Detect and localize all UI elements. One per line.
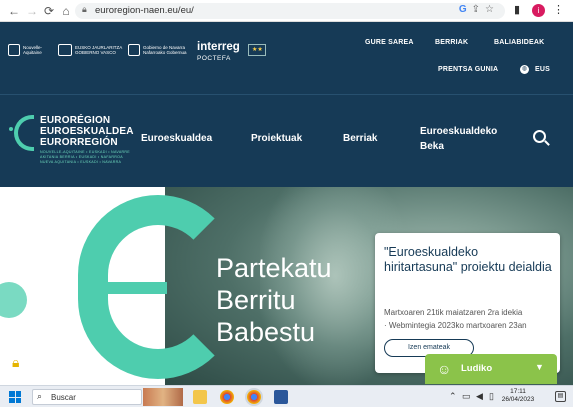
- link-gure-sarea[interactable]: GURE SAREA: [365, 39, 414, 46]
- eu-flag-icon: ★★: [248, 44, 266, 56]
- windows-taskbar: ⌕ Buscar ⌃ ▭ ◀ ▯ 17:11 26/04/2023 ▤: [0, 385, 573, 407]
- search-icon: ⌕: [37, 391, 43, 401]
- poctefa-label: POCTEFA: [197, 55, 231, 62]
- smiley-icon: ☺: [437, 361, 452, 377]
- ludiko-widget[interactable]: ☺ Ludiko ▼: [425, 354, 557, 384]
- url-text[interactable]: euroregion-naen.eu/eu/: [95, 5, 194, 16]
- main-navigation: EURORÉGION EUROESKUALDEA EURORREGIÓN NOU…: [0, 94, 573, 187]
- home-icon[interactable]: ⌂: [58, 3, 74, 19]
- profile-avatar[interactable]: i: [532, 4, 545, 17]
- reload-icon[interactable]: ⟳: [41, 3, 57, 19]
- gobierno-vasco-emblem-icon: [58, 44, 72, 56]
- site-top-bar: Nouvelle- Aquitaine EUSKO JAURLARITZA GO…: [0, 22, 573, 94]
- bookmark-star-icon[interactable]: ☆: [485, 4, 499, 15]
- hero-line-2: Berritu: [216, 285, 296, 315]
- link-berriak[interactable]: BERRIAK: [435, 39, 468, 46]
- chrome-active-icon[interactable]: [247, 390, 261, 404]
- nav-berriak[interactable]: Berriak: [343, 131, 377, 146]
- hero-e-bar: [107, 282, 167, 294]
- brand-e-icon: [14, 115, 34, 151]
- card-description: Martxoaren 21tik maiatzaren 2ra idekia ·…: [384, 308, 527, 330]
- back-icon[interactable]: ←: [6, 3, 22, 19]
- gobierno-navarra-logo[interactable]: Gobierno de Navarra Nafarroako Gobernua: [128, 44, 187, 56]
- search-highlight-image[interactable]: [143, 388, 183, 406]
- globe-icon[interactable]: ◍: [520, 65, 529, 74]
- notifications-icon[interactable]: ▤: [555, 391, 566, 402]
- forward-icon[interactable]: →: [24, 3, 40, 19]
- cookie-settings-icon[interactable]: 🔒︎: [12, 354, 28, 373]
- file-explorer-icon[interactable]: [193, 390, 207, 404]
- hero-circle-decoration: [0, 282, 27, 318]
- google-lens-icon[interactable]: G: [459, 4, 472, 15]
- hero-line-1: Partekatu: [216, 253, 332, 283]
- chevron-down-icon[interactable]: ▼: [535, 362, 544, 372]
- nouvelle-aquitaine-logo[interactable]: Nouvelle- Aquitaine: [8, 44, 42, 56]
- lock-icon: 🔒︎: [82, 4, 87, 14]
- search-icon[interactable]: [533, 130, 546, 143]
- battery-icon[interactable]: ▯: [489, 391, 494, 402]
- browser-toolbar: ← → ⟳ ⌂ 🔒︎ euroregion-naen.eu/eu/ G⇪☆ ▮ …: [0, 0, 573, 22]
- menu-kebab-icon[interactable]: ⋮: [553, 3, 564, 16]
- nav-euroeskualdeko-beka[interactable]: Euroeskualdeko Beka: [420, 124, 497, 154]
- ludiko-label: Ludiko: [461, 363, 493, 374]
- language-selector[interactable]: EUS: [535, 66, 550, 73]
- card-title[interactable]: "Euroeskualdeko hiritartasuna" proiektu …: [384, 245, 554, 275]
- navarra-emblem-icon: [128, 44, 140, 56]
- link-prentsa-gunia[interactable]: PRENTSA GUNIA: [438, 66, 498, 73]
- address-bar[interactable]: 🔒︎ euroregion-naen.eu/eu/ G⇪☆: [75, 3, 505, 19]
- nav-proiektuak[interactable]: Proiektuak: [251, 131, 302, 146]
- chrome-icon[interactable]: [220, 390, 234, 404]
- brand-dot-icon: [9, 127, 13, 131]
- nav-euroeskualdea[interactable]: Euroeskualdea: [141, 131, 212, 146]
- gobierno-vasco-logo[interactable]: EUSKO JAURLARITZA GOBIERNO VASCO: [58, 44, 122, 56]
- interreg-logo[interactable]: interreg: [197, 41, 240, 53]
- windows-start-icon[interactable]: [9, 391, 21, 403]
- system-clock[interactable]: 17:11 26/04/2023: [500, 388, 536, 404]
- volume-icon[interactable]: ◀: [476, 391, 483, 402]
- word-icon[interactable]: [274, 390, 288, 404]
- link-baliabideak[interactable]: BALIABIDEAK: [494, 39, 544, 46]
- announcement-card[interactable]: "Euroeskualdeko hiritartasuna" proiektu …: [375, 233, 560, 373]
- taskbar-search[interactable]: ⌕ Buscar: [32, 389, 142, 405]
- side-panel-icon[interactable]: ▮: [514, 3, 520, 16]
- nouvelle-aquitaine-emblem-icon: [8, 44, 20, 56]
- network-icon[interactable]: ▭: [462, 391, 471, 402]
- tray-chevron-icon[interactable]: ⌃: [449, 391, 457, 402]
- share-icon[interactable]: ⇪: [472, 4, 485, 15]
- hero-line-3: Babestu: [216, 317, 316, 347]
